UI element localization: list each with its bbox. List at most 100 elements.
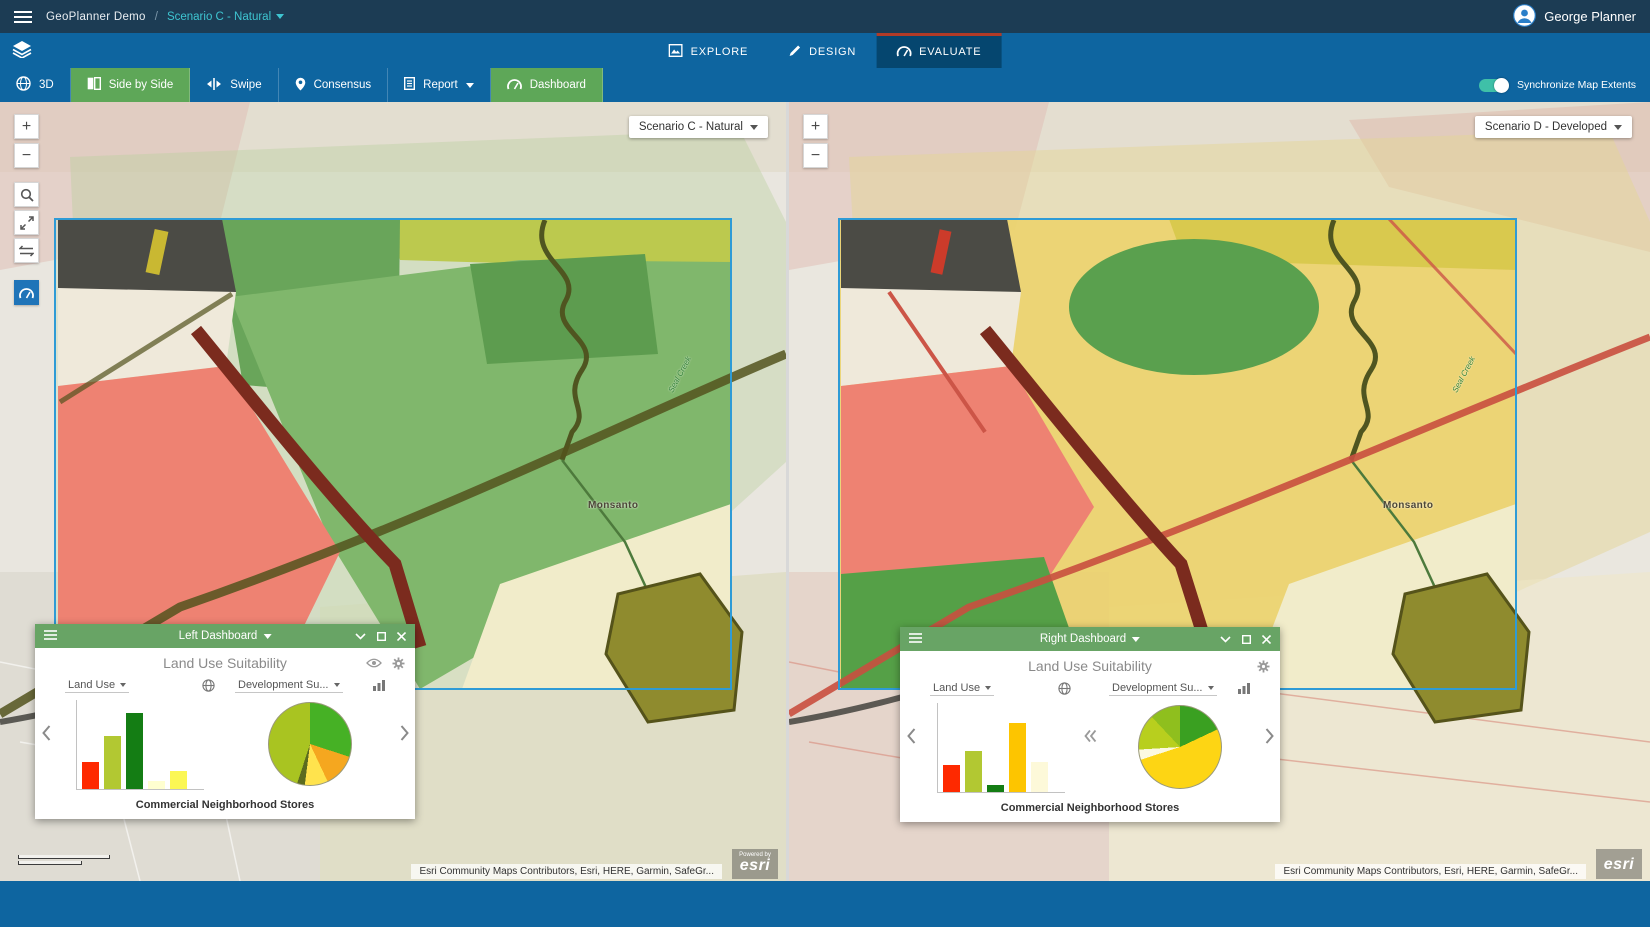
report-button[interactable]: Report xyxy=(388,68,491,102)
evaluate-toolbar: 3D Side by Side Swipe Consensus Report D… xyxy=(0,68,1650,102)
development-suitability-selector[interactable]: Development Su... xyxy=(235,678,343,693)
layers-button[interactable] xyxy=(0,33,44,68)
search-icon xyxy=(20,188,34,202)
carousel-prev-icon[interactable] xyxy=(37,676,55,790)
expand-extent-button[interactable] xyxy=(14,210,39,235)
development-suitability-selector[interactable]: Development Su... xyxy=(1109,681,1217,696)
right-dashboard-header[interactable]: Right Dashboard xyxy=(900,627,1280,651)
right-map[interactable]: + − Scenario D - Developed Monsanto Seal… xyxy=(789,102,1650,881)
map-area: + − Scenario C - Natural Monsanto Seal C… xyxy=(0,102,1650,881)
right-scenario-selector[interactable]: Scenario D - Developed xyxy=(1475,116,1632,138)
bar xyxy=(1031,762,1048,792)
tab-explore-label: EXPLORE xyxy=(691,46,749,58)
bar xyxy=(987,785,1004,792)
side-by-side-label: Side by Side xyxy=(109,79,174,91)
swipe-button[interactable]: Swipe xyxy=(190,68,278,102)
report-label: Report xyxy=(423,79,458,91)
globe-icon[interactable] xyxy=(202,679,215,692)
right-zoom-controls: + − xyxy=(803,114,828,168)
land-use-bar-chart xyxy=(937,703,1065,793)
document-icon xyxy=(404,77,415,93)
tab-evaluate-label: EVALUATE xyxy=(919,46,981,58)
3d-button[interactable]: 3D xyxy=(0,68,71,102)
carousel-prev-icon[interactable] xyxy=(902,679,920,793)
swipe-label: Swipe xyxy=(230,79,261,91)
bar xyxy=(82,762,99,789)
maximize-panel-icon[interactable] xyxy=(377,632,386,641)
dashboard-button[interactable]: Dashboard xyxy=(491,68,603,102)
left-dashboard-title: Left Dashboard xyxy=(179,630,258,642)
hamburger-menu-icon[interactable] xyxy=(14,11,32,23)
right-dashboard-title-dropdown[interactable]: Right Dashboard xyxy=(1040,633,1140,645)
right-dashboard-panel: Right Dashboard Land Use Suitability xyxy=(900,627,1280,822)
zoom-out-button[interactable]: − xyxy=(803,143,828,168)
place-label-monsanto: Monsanto xyxy=(1383,500,1433,511)
globe-icon[interactable] xyxy=(1058,682,1071,695)
development-suitability-selector-label: Development Su... xyxy=(1112,682,1203,694)
scenario-breadcrumb-link[interactable]: Scenario C - Natural xyxy=(167,11,284,23)
geoplanner-app: GeoPlanner Demo / Scenario C - Natural G… xyxy=(0,0,1650,927)
right-scenario-label: Scenario D - Developed xyxy=(1485,121,1607,133)
tab-evaluate[interactable]: EVALUATE xyxy=(876,33,1001,68)
bar xyxy=(1009,723,1026,792)
left-scenario-selector[interactable]: Scenario C - Natural xyxy=(629,116,768,138)
right-dashboard-title: Right Dashboard xyxy=(1040,633,1126,645)
zoom-in-button[interactable]: + xyxy=(803,114,828,139)
maximize-panel-icon[interactable] xyxy=(1242,635,1251,644)
carousel-next-icon[interactable] xyxy=(1260,679,1278,793)
app-title: GeoPlanner Demo xyxy=(46,11,146,23)
map-attribution: Esri Community Maps Contributors, Esri, … xyxy=(1275,864,1586,879)
esri-logo[interactable]: Powered by esri xyxy=(732,849,778,879)
land-use-bar-chart xyxy=(76,700,204,790)
close-panel-icon[interactable] xyxy=(397,632,406,641)
sync-extents-toggle[interactable] xyxy=(1479,79,1509,92)
carousel-page-back-icon[interactable] xyxy=(1081,679,1099,793)
left-map[interactable]: + − Scenario C - Natural Monsanto Seal C… xyxy=(0,102,786,881)
close-panel-icon[interactable] xyxy=(1262,635,1271,644)
left-dashboard-header[interactable]: Left Dashboard xyxy=(35,624,415,648)
consensus-button[interactable]: Consensus xyxy=(279,68,389,102)
zoom-in-button[interactable]: + xyxy=(14,114,39,139)
land-use-selector[interactable]: Land Use xyxy=(65,678,129,693)
carousel-next-icon[interactable] xyxy=(395,676,413,790)
land-use-selector-label: Land Use xyxy=(68,679,115,691)
esri-wordmark: esri xyxy=(1596,857,1642,873)
left-dashboard-body: Land Use Suitability Land Use xyxy=(35,648,415,819)
3d-button-label: 3D xyxy=(39,79,54,91)
caret-down-icon xyxy=(334,683,340,687)
search-button[interactable] xyxy=(14,182,39,207)
eye-icon[interactable] xyxy=(366,658,382,668)
zoom-out-button[interactable]: − xyxy=(14,143,39,168)
esri-logo[interactable]: esri xyxy=(1596,849,1642,879)
column-chart-icon[interactable] xyxy=(373,680,385,691)
land-use-chart-card: Land Use xyxy=(55,676,225,790)
column-chart-icon[interactable] xyxy=(1238,683,1250,694)
swap-scenarios-button[interactable] xyxy=(14,238,39,263)
side-by-side-icon xyxy=(87,77,101,93)
left-dashboard-title-dropdown[interactable]: Left Dashboard xyxy=(179,630,272,642)
collapse-panel-icon[interactable] xyxy=(355,633,366,640)
user-name: George Planner xyxy=(1544,9,1636,24)
land-use-selector[interactable]: Land Use xyxy=(930,681,994,696)
bar xyxy=(170,771,187,789)
gauge-icon xyxy=(896,45,911,60)
gear-icon[interactable] xyxy=(392,657,405,670)
development-suitability-selector-label: Development Su... xyxy=(238,679,329,691)
caret-down-icon xyxy=(263,634,271,639)
gear-icon[interactable] xyxy=(1257,660,1270,673)
explore-icon xyxy=(669,44,683,60)
caret-down-icon xyxy=(985,686,991,690)
panel-menu-icon[interactable] xyxy=(909,632,922,646)
collapse-panel-icon[interactable] xyxy=(1220,636,1231,643)
side-by-side-button[interactable]: Side by Side xyxy=(71,68,191,102)
dashboard-tool-button[interactable] xyxy=(14,280,39,305)
tab-design[interactable]: DESIGN xyxy=(768,33,876,68)
user-menu[interactable]: George Planner xyxy=(1513,4,1636,30)
caret-down-icon xyxy=(1208,686,1214,690)
mode-tabs: EXPLORE DESIGN EVALUATE xyxy=(649,33,1002,68)
panel-menu-icon[interactable] xyxy=(44,629,57,643)
tab-explore[interactable]: EXPLORE xyxy=(649,33,769,68)
land-use-chart-card: Land Use xyxy=(920,679,1081,793)
sync-extents-control: Synchronize Map Extents xyxy=(1479,68,1650,102)
swap-arrows-icon xyxy=(19,245,34,257)
